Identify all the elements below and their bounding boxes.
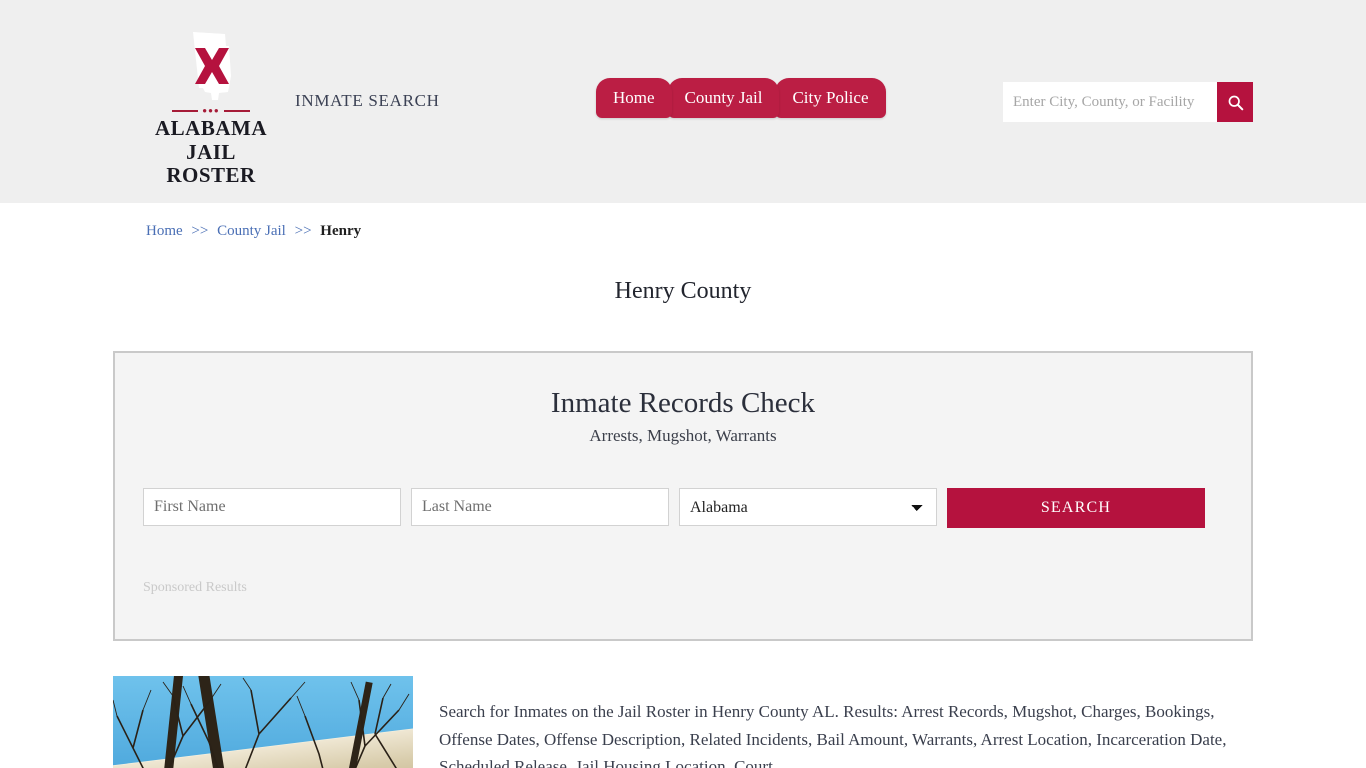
panel-title: Inmate Records Check xyxy=(550,387,816,419)
header-search-input[interactable] xyxy=(1003,82,1217,122)
inmate-records-check-panel: Inmate Records Check Arrests, Mugshot, W… xyxy=(113,351,1253,641)
search-icon xyxy=(1228,95,1243,110)
nav-item-home[interactable]: Home xyxy=(596,78,672,118)
header-search-button[interactable] xyxy=(1217,82,1253,122)
site-logo[interactable]: ●●● ALABAMA JAIL ROSTER xyxy=(146,30,276,188)
nav-item-city-police[interactable]: City Police xyxy=(775,78,886,118)
breadcrumb-item-county-jail[interactable]: County Jail xyxy=(217,223,286,239)
logo-line-1: ALABAMA xyxy=(155,116,267,140)
page-body: Home >> County Jail >> Henry Henry Count… xyxy=(113,203,1253,768)
henry-county-courthouse-photo xyxy=(113,676,413,768)
panel-subtitle: Arrests, Mugshot, Warrants xyxy=(589,426,777,445)
breadcrumb-item-home[interactable]: Home xyxy=(146,223,183,239)
divider-line-right xyxy=(223,110,250,112)
last-name-input[interactable] xyxy=(411,488,669,526)
logo-divider-ornament: ●●● xyxy=(146,107,276,115)
page-description: Search for Inmates on the Jail Roster in… xyxy=(439,702,1227,768)
panel-search-button[interactable]: SEARCH xyxy=(947,488,1205,528)
nav-item-county-jail[interactable]: County Jail xyxy=(667,78,780,118)
logo-wordmark: ALABAMA JAIL ROSTER xyxy=(146,116,276,188)
breadcrumb-separator-2: >> xyxy=(294,223,312,239)
first-name-input[interactable] xyxy=(143,488,401,526)
sponsored-results-note: Sponsored Results xyxy=(143,580,247,595)
logo-line-2: JAIL ROSTER xyxy=(166,139,256,188)
breadcrumb-item-current: Henry xyxy=(320,223,362,239)
main-navigation: Home County Jail City Police xyxy=(596,78,886,118)
breadcrumb-separator-1: >> xyxy=(191,223,209,239)
site-header: ●●● ALABAMA JAIL ROSTER INMATE SEARCH Ho… xyxy=(0,0,1366,203)
divider-line-left xyxy=(172,110,199,112)
divider-dots: ●●● xyxy=(202,106,220,115)
inmate-search-form: Alabama SEARCH xyxy=(143,488,1223,528)
alabama-state-icon xyxy=(179,30,243,104)
breadcrumb: Home >> County Jail >> Henry xyxy=(113,203,1253,240)
header-inner: ●●● ALABAMA JAIL ROSTER INMATE SEARCH Ho… xyxy=(113,0,1253,203)
tree-branches xyxy=(113,677,410,768)
state-select[interactable]: Alabama xyxy=(679,488,937,526)
page-title: Henry County xyxy=(614,278,752,304)
site-tagline: INMATE SEARCH xyxy=(295,91,440,110)
content-row: Search for Inmates on the Jail Roster in… xyxy=(113,676,1253,768)
header-search xyxy=(1003,82,1253,122)
